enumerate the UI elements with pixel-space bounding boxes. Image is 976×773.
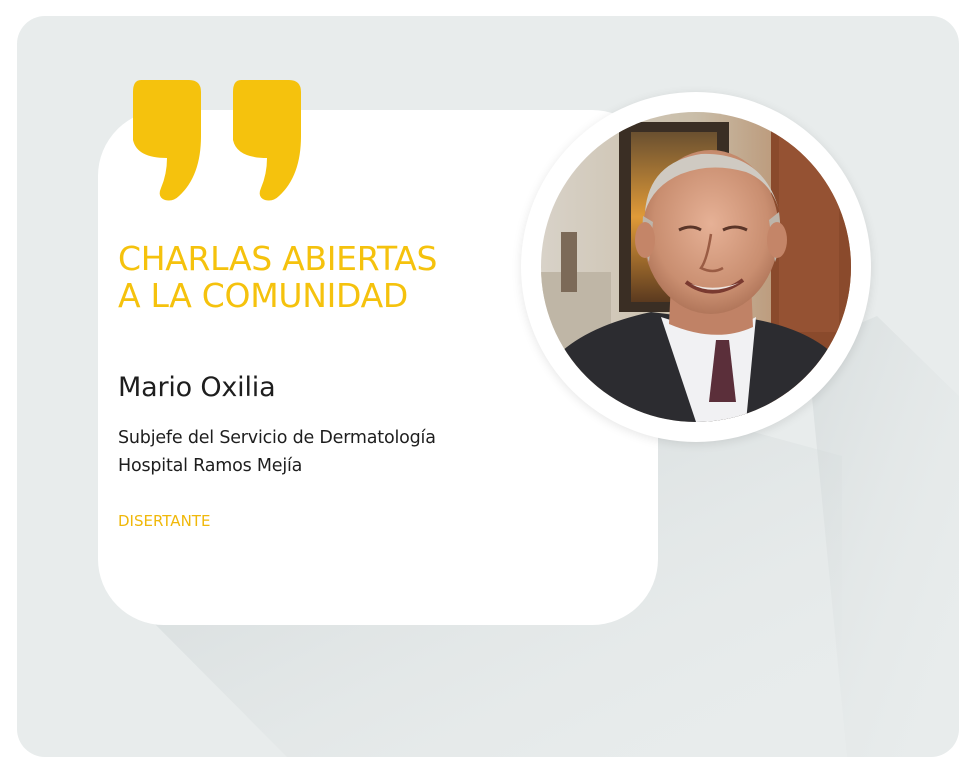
event-title: CHARLAS ABIERTAS A LA COMUNIDAD (118, 240, 437, 314)
portrait-image (541, 112, 851, 422)
speaker-role: Subjefe del Servicio de Dermatología Hos… (118, 424, 436, 480)
speaker-name: Mario Oxilia (118, 372, 276, 403)
speaker-tag: DISERTANTE (118, 512, 211, 530)
quote-icon (133, 80, 301, 201)
speaker-photo (541, 112, 851, 422)
speaker-role-line-2: Hospital Ramos Mejía (118, 456, 303, 476)
speaker-role-line-1: Subjefe del Servicio de Dermatología (118, 428, 436, 448)
title-line-1: CHARLAS ABIERTAS (118, 239, 438, 278)
title-line-2: A LA COMUNIDAD (118, 276, 408, 315)
